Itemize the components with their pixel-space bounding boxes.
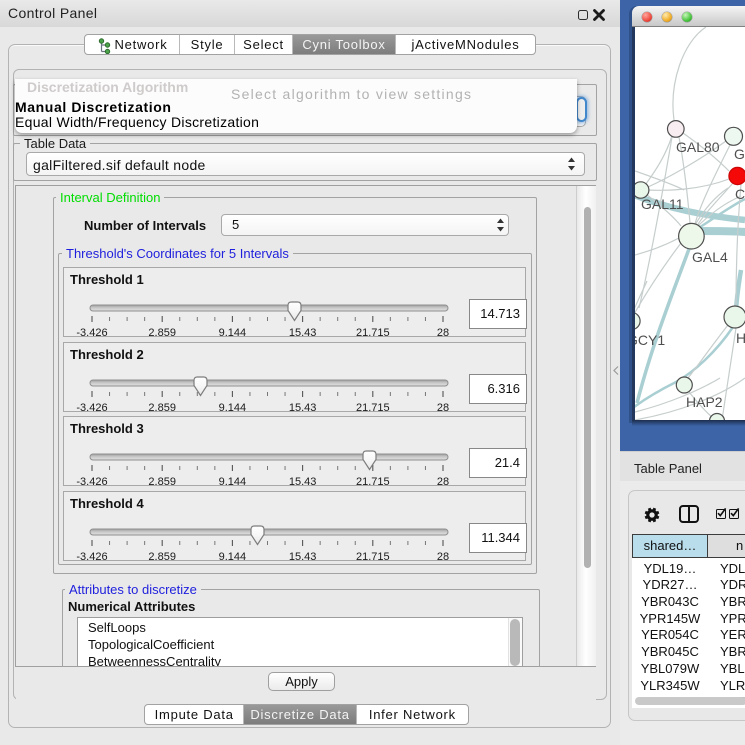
svg-text:2.859: 2.859 [148, 402, 176, 413]
svg-text:GAL11: GAL11 [641, 196, 684, 212]
svg-text:-3.426: -3.426 [76, 551, 107, 562]
svg-text:HAP2: HAP2 [686, 394, 723, 410]
svg-text:2.859: 2.859 [148, 551, 176, 562]
svg-text:15.43: 15.43 [289, 402, 317, 413]
svg-text:2.859: 2.859 [148, 327, 176, 338]
svg-text:21.715: 21.715 [356, 551, 390, 562]
svg-text:15.43: 15.43 [289, 476, 317, 487]
svg-text:C: C [735, 186, 745, 202]
svg-text:9.144: 9.144 [219, 476, 247, 487]
svg-text:28: 28 [437, 327, 449, 338]
svg-text:21.715: 21.715 [356, 402, 390, 413]
svg-text:15.43: 15.43 [289, 551, 317, 562]
svg-text:9.144: 9.144 [219, 327, 247, 338]
svg-text:GCY1: GCY1 [635, 332, 665, 348]
svg-text:-3.426: -3.426 [76, 327, 107, 338]
svg-text:GA: GA [734, 146, 745, 162]
svg-text:2.859: 2.859 [148, 476, 176, 487]
svg-text:9.144: 9.144 [219, 551, 247, 562]
svg-text:15.43: 15.43 [289, 327, 317, 338]
svg-text:-3.426: -3.426 [76, 402, 107, 413]
svg-text:21.715: 21.715 [356, 327, 390, 338]
svg-text:28: 28 [437, 402, 449, 413]
svg-text:GAL4: GAL4 [692, 249, 728, 265]
svg-text:28: 28 [437, 551, 449, 562]
svg-text:-3.426: -3.426 [76, 476, 107, 487]
svg-text:9.144: 9.144 [219, 402, 247, 413]
svg-text:GAL80: GAL80 [676, 139, 720, 155]
svg-text:21.715: 21.715 [356, 476, 390, 487]
svg-text:28: 28 [437, 476, 449, 487]
svg-text:H: H [736, 330, 745, 346]
